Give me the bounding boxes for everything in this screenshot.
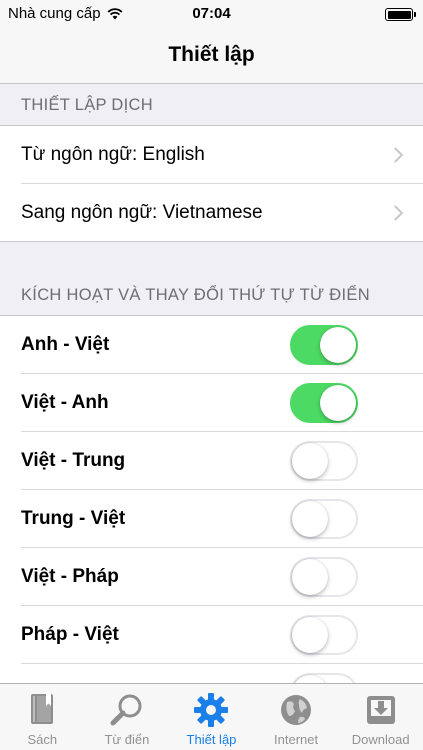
toggle-switch-trung-viet[interactable] xyxy=(290,499,358,539)
dictionary-row-phap-viet: Pháp - Việt xyxy=(0,606,423,664)
tab-bar: Sách Từ điển Thiết lập Internet Download xyxy=(0,683,423,750)
dictionary-label: Anh - Việt xyxy=(21,334,110,355)
dictionary-label: Việt - Anh xyxy=(21,392,109,413)
translation-settings-group: Từ ngôn ngữ: English Sang ngôn ngữ: Viet… xyxy=(0,125,423,242)
toggle-switch-viet-trung[interactable] xyxy=(290,441,358,481)
dictionary-row-viet-phap: Việt - Pháp xyxy=(0,548,423,606)
to-language-label: Sang ngôn ngữ: Vietnamese xyxy=(21,202,263,223)
magnifier-icon xyxy=(110,694,142,726)
tab-label: Sách xyxy=(27,732,58,747)
toggle-switch-anh-viet[interactable] xyxy=(290,325,358,365)
dictionary-label: Việt - Pháp xyxy=(21,566,119,587)
dictionary-list: Anh - Việt Việt - Anh Việt - Trung Trung… xyxy=(0,315,423,715)
tab-label: Thiết lập xyxy=(186,732,237,747)
tab-label: Từ điển xyxy=(104,732,150,747)
dictionary-row-viet-anh: Việt - Anh xyxy=(0,374,423,432)
section-header-dictionaries: KÍCH HOẠT VÀ THAY ĐỔI THỨ TỰ TỪ ĐIỂN xyxy=(21,286,370,304)
dictionary-label: Việt - Trung xyxy=(21,450,126,471)
dictionary-label: Pháp - Việt xyxy=(21,624,119,645)
battery-icon xyxy=(385,8,416,21)
tab-internet[interactable]: Internet xyxy=(254,684,339,750)
tab-label: Download xyxy=(351,732,410,747)
from-language-label: Từ ngôn ngữ: English xyxy=(21,144,205,165)
dictionary-row-trung-viet: Trung - Việt xyxy=(0,490,423,548)
to-language-row[interactable]: Sang ngôn ngữ: Vietnamese xyxy=(0,184,423,242)
toggle-switch-viet-phap[interactable] xyxy=(290,557,358,597)
page-title: Thiết lập xyxy=(168,43,255,66)
download-icon xyxy=(366,696,395,724)
tab-download[interactable]: Download xyxy=(338,684,423,750)
navigation-bar: Thiết lập xyxy=(0,28,423,84)
gear-icon xyxy=(194,693,229,727)
tab-label: Internet xyxy=(274,732,319,747)
status-bar: Nhà cung cấp 07:04 xyxy=(0,0,423,28)
tab-sach[interactable]: Sách xyxy=(0,684,85,750)
globe-icon xyxy=(281,695,312,725)
dictionary-row-anh-viet: Anh - Việt xyxy=(0,316,423,374)
from-language-row[interactable]: Từ ngôn ngữ: English xyxy=(0,126,423,184)
chevron-right-icon xyxy=(387,147,404,163)
chevron-right-icon xyxy=(387,205,404,221)
book-icon xyxy=(31,694,54,724)
toggle-switch-viet-anh[interactable] xyxy=(290,383,358,423)
toggle-switch-phap-viet[interactable] xyxy=(290,615,358,655)
tab-thiet-lap[interactable]: Thiết lập xyxy=(169,684,254,750)
tab-tu-dien[interactable]: Từ điển xyxy=(85,684,170,750)
clock: 07:04 xyxy=(192,5,231,22)
section-header-translation: THIẾT LẬP DỊCH xyxy=(21,96,153,114)
dictionary-label: Trung - Việt xyxy=(21,508,126,529)
dictionary-row-viet-trung: Việt - Trung xyxy=(0,432,423,490)
